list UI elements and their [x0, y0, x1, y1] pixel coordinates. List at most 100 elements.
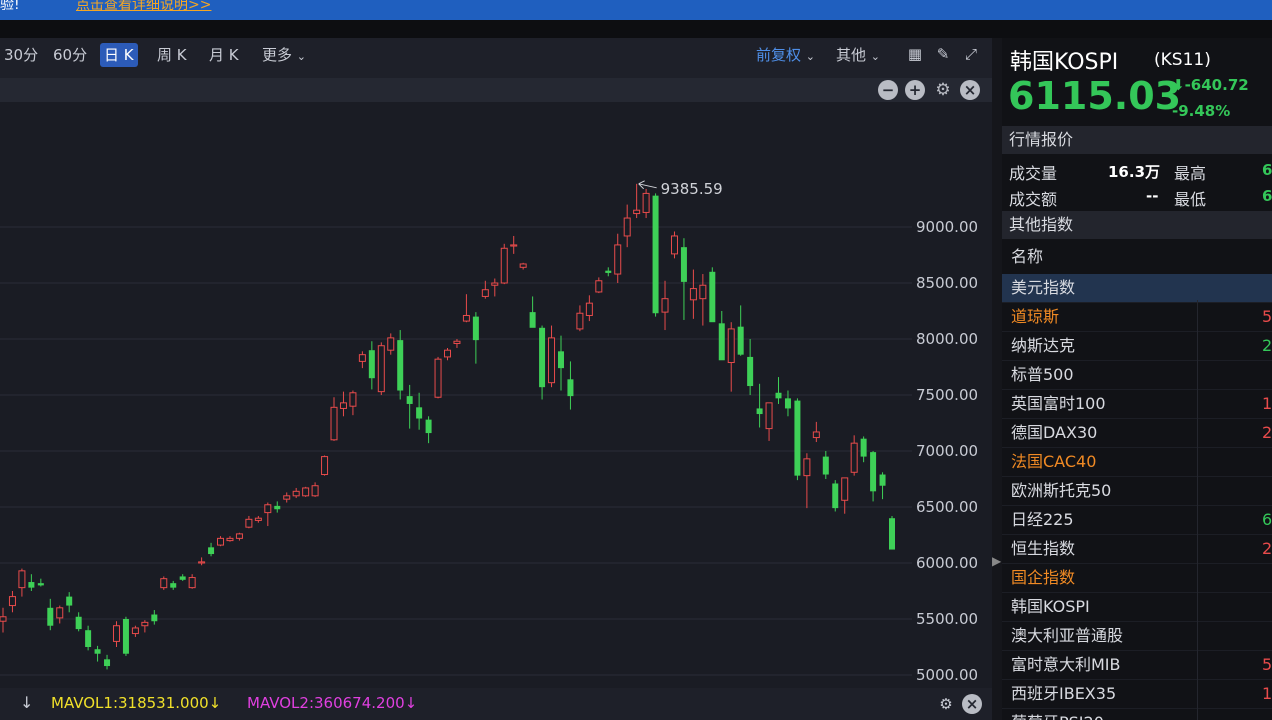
peak-arrow [638, 180, 657, 190]
candle-body [0, 616, 7, 622]
low-label: 最低 [1174, 190, 1207, 209]
index-row[interactable]: 富时意大利MIB 5 [1002, 651, 1272, 680]
candle-body [529, 312, 536, 328]
fullscreen-icon[interactable]: ⤢ [961, 44, 981, 64]
high-label: 最高 [1174, 164, 1207, 183]
index-row[interactable]: 恒生指数 2 [1002, 535, 1272, 564]
adjust-dropdown[interactable]: 前复权 ⌄ [756, 44, 815, 65]
index-row[interactable]: 法国CAC40 [1002, 448, 1272, 477]
candlestick-plot-area[interactable]: 9385.59 [0, 102, 912, 688]
period-more[interactable]: 更多 ⌄ [258, 43, 310, 67]
period-month-k[interactable]: 月 K [205, 43, 243, 67]
candle [104, 654, 111, 670]
y-tick-label: 9000.00 [916, 218, 979, 236]
index-price: 6115.03 [1008, 74, 1182, 118]
high-value: 6 [1262, 161, 1272, 179]
candle-body [765, 402, 773, 430]
candle [709, 267, 716, 323]
candle [784, 390, 791, 417]
index-row[interactable]: 欧洲斯托克50 [1002, 477, 1272, 506]
quote-section-header: 行情报价 [1002, 126, 1272, 154]
index-row[interactable]: 葡萄牙PSI20 [1002, 709, 1272, 720]
index-row-name: 欧洲斯托克50 [1011, 481, 1112, 500]
peak-label: 9385.59 [661, 180, 723, 198]
candle-body [179, 576, 186, 580]
index-row[interactable]: 韩国KOSPI [1002, 593, 1272, 622]
candlestick-chart: 9385.59 [0, 180, 912, 676]
candle-body [718, 323, 725, 361]
index-row[interactable]: 标普500 [1002, 361, 1272, 390]
candle [500, 243, 508, 285]
amount-label: 成交额 [1009, 190, 1058, 209]
candle [680, 238, 687, 320]
candle [66, 592, 73, 613]
index-row[interactable]: 西班牙IBEX35 1 [1002, 680, 1272, 709]
settings-gear-icon[interactable]: ⚙ [936, 694, 956, 714]
candle [235, 532, 243, 541]
index-row-value: 5 [1262, 655, 1272, 674]
index-row[interactable]: 道琼斯 5 [1002, 303, 1272, 332]
chart-subbar: − + ⚙ × [0, 78, 992, 102]
candle-body [188, 577, 196, 589]
banner-link[interactable]: 点击查看详细说明>> [76, 0, 211, 14]
close-icon[interactable]: × [962, 694, 982, 714]
candle-body [170, 583, 177, 588]
candle [642, 188, 650, 219]
candle-body [832, 483, 839, 509]
close-icon[interactable]: × [960, 80, 980, 100]
index-row-name: 恒生指数 [1011, 539, 1076, 558]
index-row[interactable]: 美元指数 [1002, 274, 1272, 303]
index-row[interactable]: 国企指数 [1002, 564, 1272, 593]
index-row-value: 5 [1262, 307, 1272, 326]
y-tick-label: 8500.00 [916, 274, 979, 292]
chevron-down-icon: ⌄ [805, 50, 816, 63]
brush-icon[interactable]: ✎ [933, 44, 953, 64]
candle [699, 274, 707, 326]
candle [519, 262, 527, 270]
index-row[interactable]: 纳斯达克 2 [1002, 332, 1272, 361]
candle [832, 480, 839, 512]
candle [557, 335, 564, 391]
candle [397, 330, 404, 400]
index-row[interactable]: 日经225 6 [1002, 506, 1272, 535]
period-day-k[interactable]: 日 K [100, 43, 138, 67]
candle-body [292, 490, 300, 497]
collapse-handle[interactable]: ▶ [992, 38, 1002, 720]
candle [264, 502, 272, 527]
candle-body [595, 280, 603, 293]
candle [765, 402, 773, 441]
zoom-out-icon[interactable]: − [878, 80, 898, 100]
notice-banner: 验! 点击查看详细说明>> [0, 0, 1272, 20]
candle [670, 231, 678, 259]
candle-body [812, 431, 820, 439]
period-30min[interactable]: 30分 [0, 43, 42, 67]
candle-body [330, 406, 338, 441]
other-dropdown[interactable]: 其他 ⌄ [836, 44, 880, 65]
period-60min[interactable]: 60分 [49, 43, 91, 67]
candle-body [56, 607, 64, 619]
candle [576, 305, 584, 332]
index-row[interactable]: 澳大利亚普通股 [1002, 622, 1272, 651]
candle-body [462, 314, 470, 322]
candle-body [870, 452, 877, 492]
candle-body [416, 407, 423, 419]
candle-body [37, 583, 44, 586]
candle-body [349, 392, 357, 407]
candle-body [245, 518, 253, 528]
candle-body [576, 312, 584, 330]
index-row[interactable]: 英国富时100 1 [1002, 390, 1272, 419]
price-change-pct: -9.48% [1172, 102, 1231, 120]
index-row-value: 1 [1262, 394, 1272, 413]
candle [548, 325, 556, 388]
candle [188, 574, 196, 589]
candle [208, 542, 215, 557]
candle-body [491, 282, 499, 286]
period-week-k[interactable]: 周 K [153, 43, 191, 67]
settings-gear-icon[interactable]: ⚙ [933, 80, 953, 100]
candle [539, 325, 546, 400]
zoom-in-icon[interactable]: + [905, 80, 925, 100]
grid-layout-icon[interactable]: ▦ [905, 44, 925, 64]
index-row[interactable]: 德国DAX30 2 [1002, 419, 1272, 448]
other-index-header: 其他指数 [1002, 211, 1272, 239]
candle-body [302, 487, 310, 497]
